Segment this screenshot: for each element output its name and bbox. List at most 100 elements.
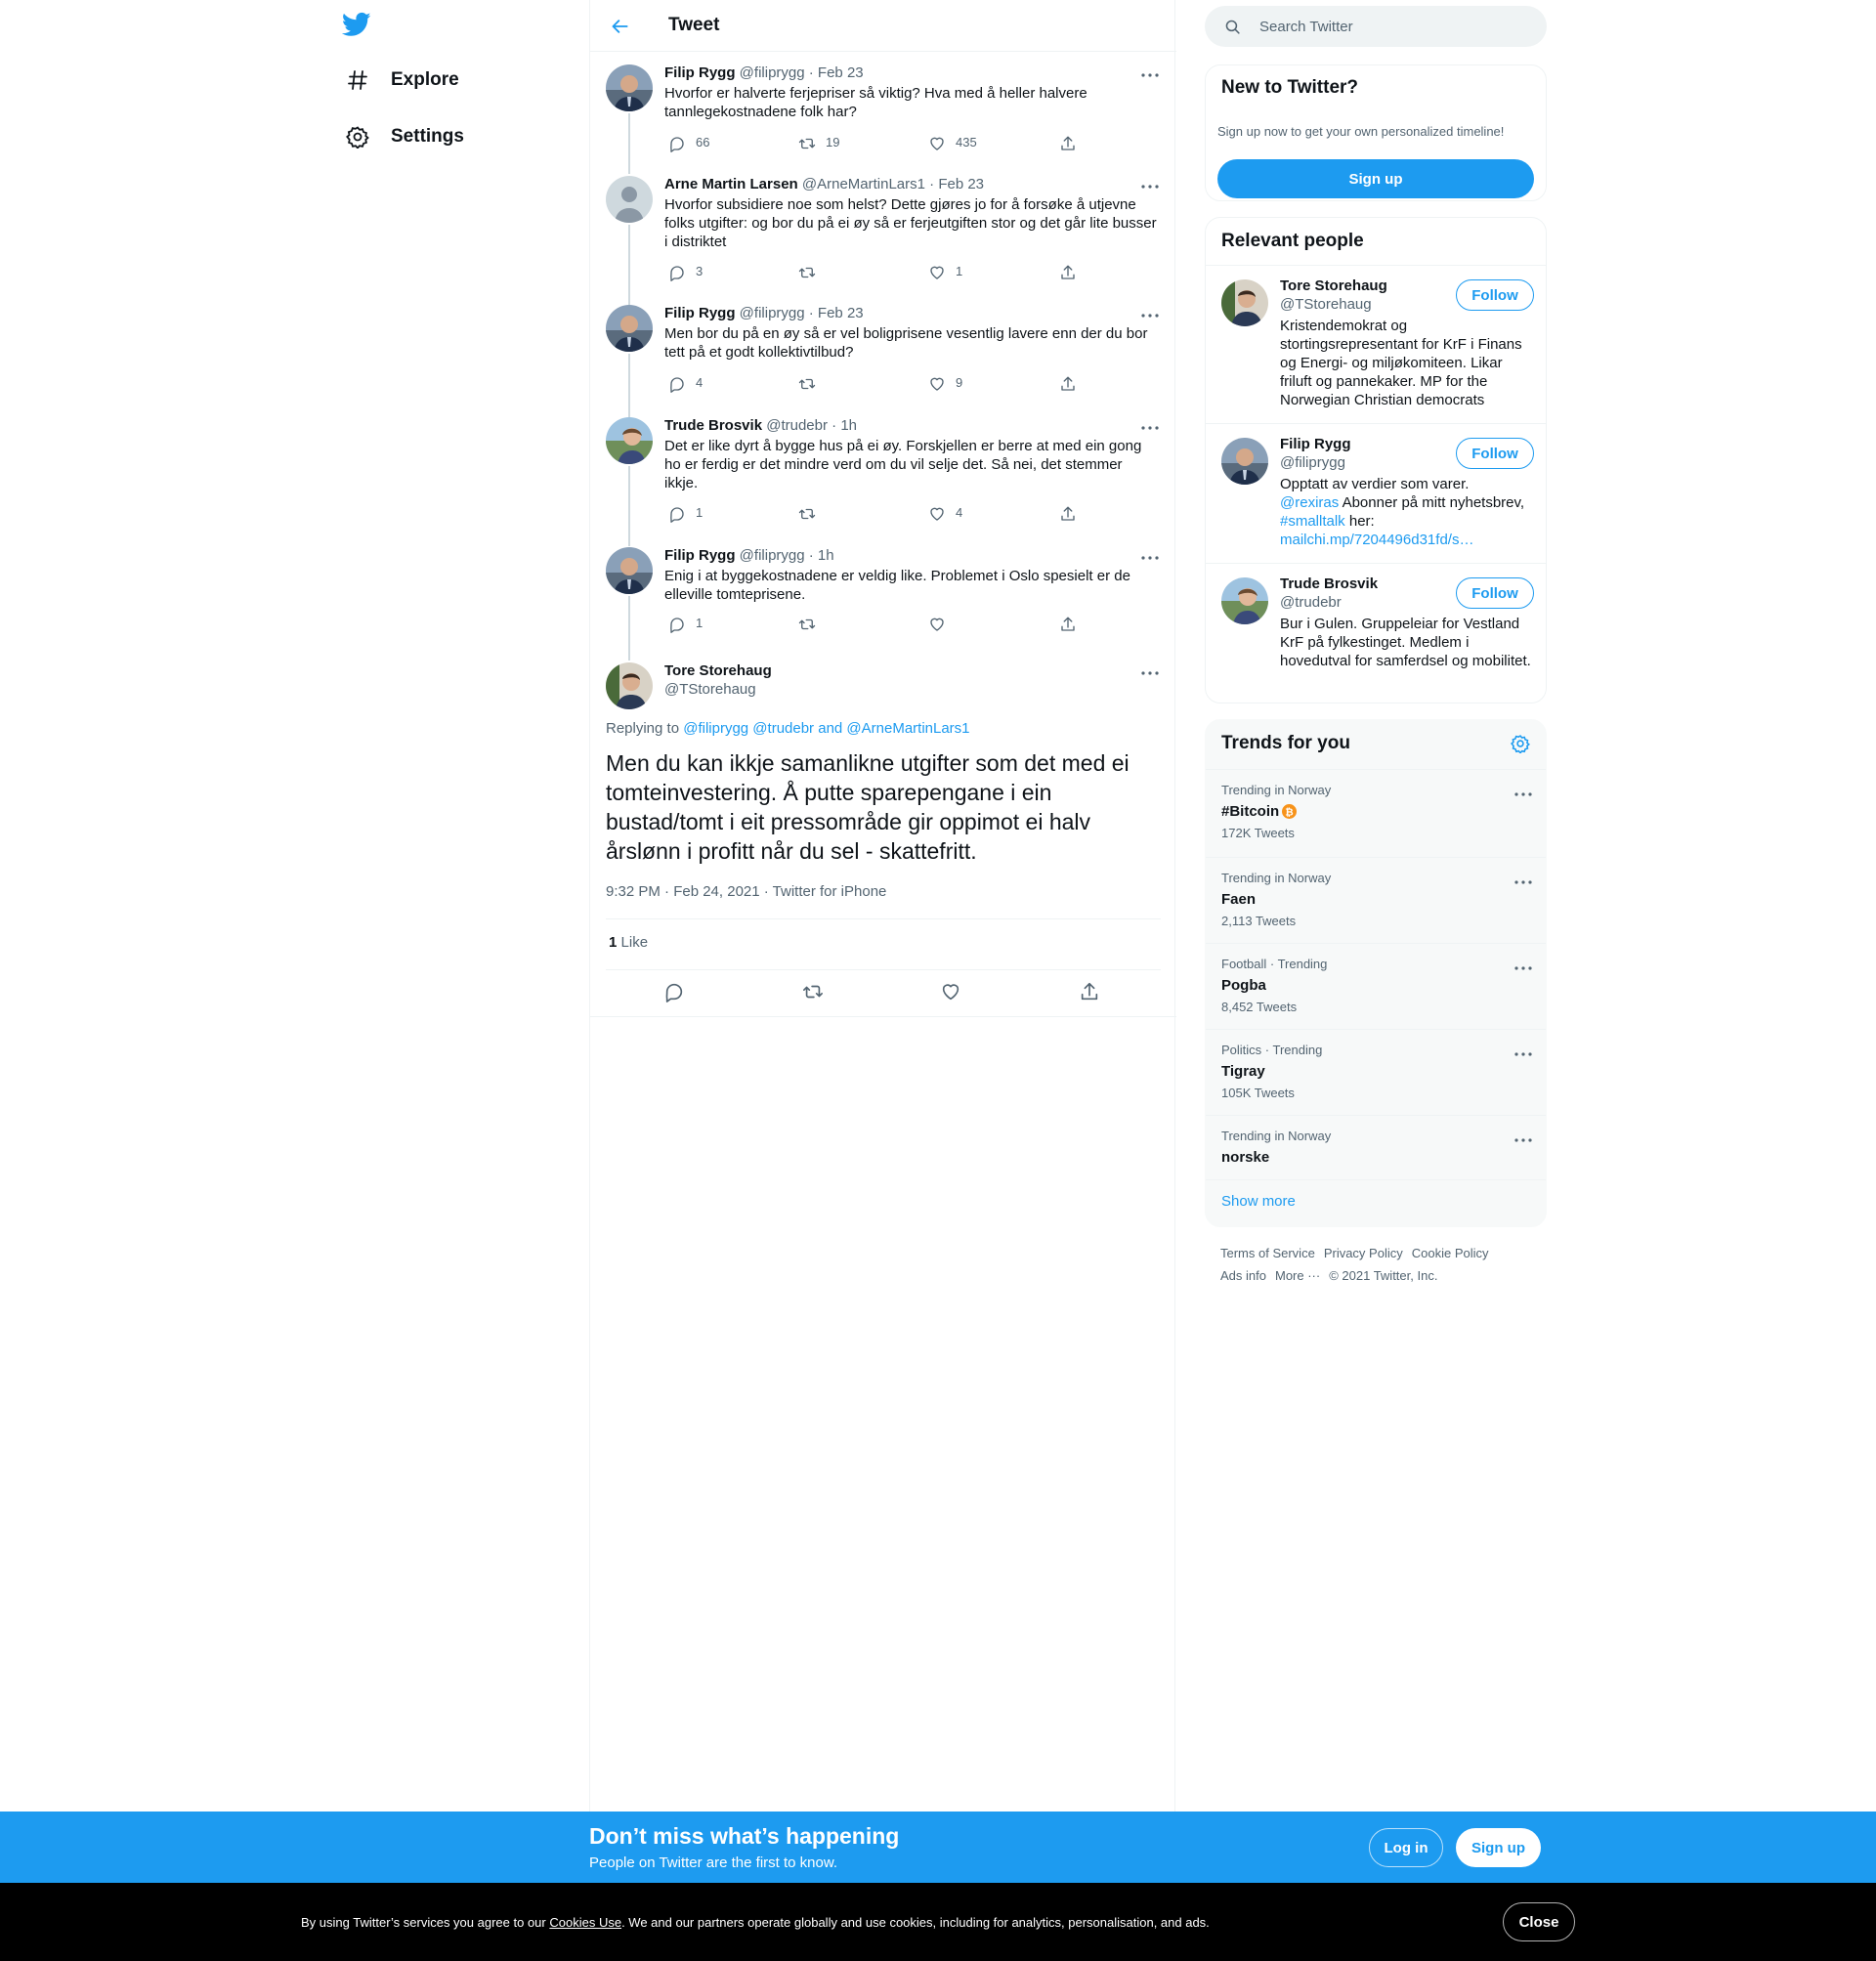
person-handle[interactable]: @trudebr bbox=[1280, 594, 1342, 611]
footer-link[interactable]: Terms of Service bbox=[1220, 1246, 1315, 1260]
signup-button[interactable]: Sign up bbox=[1217, 159, 1534, 198]
nav-item-explore[interactable]: Explore bbox=[344, 61, 459, 100]
share-button[interactable] bbox=[1059, 505, 1077, 523]
more-options-icon[interactable] bbox=[1514, 1044, 1532, 1061]
avatar[interactable] bbox=[606, 417, 653, 464]
share-button[interactable] bbox=[1079, 981, 1100, 1002]
cookies-use-link[interactable]: Cookies Use bbox=[549, 1915, 621, 1930]
search-box[interactable] bbox=[1205, 6, 1547, 47]
tweet-time[interactable]: · Feb 23 bbox=[929, 176, 984, 192]
more-options-icon[interactable] bbox=[1139, 547, 1161, 569]
share-button[interactable] bbox=[1059, 135, 1077, 152]
person-name[interactable]: Trude Brosvik bbox=[1280, 576, 1378, 592]
author-name[interactable]: Filip Rygg bbox=[664, 64, 736, 81]
gear-icon[interactable] bbox=[1510, 734, 1530, 758]
share-button[interactable] bbox=[1059, 264, 1077, 281]
avatar[interactable] bbox=[606, 662, 653, 709]
thread-tweet[interactable]: Filip Rygg @filiprygg · 1h Enig i at byg… bbox=[590, 547, 1176, 645]
reply-button[interactable]: 4 bbox=[668, 375, 703, 393]
close-button[interactable]: Close bbox=[1503, 1902, 1575, 1941]
author-handle[interactable]: @TStorehaug bbox=[664, 681, 756, 698]
twitter-logo-icon[interactable] bbox=[341, 10, 373, 41]
reply-button[interactable]: 66 bbox=[668, 135, 709, 152]
tweet-time[interactable]: · Feb 23 bbox=[809, 305, 864, 321]
back-arrow-icon[interactable] bbox=[608, 14, 633, 39]
person-handle[interactable]: @filiprygg bbox=[1280, 454, 1345, 471]
footer-link[interactable]: Cookie Policy bbox=[1412, 1246, 1489, 1260]
author-name[interactable]: Filip Rygg bbox=[664, 547, 736, 564]
follow-button[interactable]: Follow bbox=[1456, 279, 1534, 311]
retweet-button[interactable] bbox=[801, 981, 825, 1002]
trend-item[interactable]: Football · Trending Pogba 8,452 Tweets bbox=[1206, 943, 1546, 1029]
share-button[interactable] bbox=[1059, 616, 1077, 633]
thread-tweet[interactable]: Trude Brosvik @trudebr · 1h Det er like … bbox=[590, 417, 1176, 544]
person-item[interactable]: Filip Rygg @filiprygg Follow Opptatt av … bbox=[1206, 423, 1546, 563]
share-button[interactable] bbox=[1059, 375, 1077, 393]
avatar[interactable] bbox=[1221, 438, 1268, 485]
person-item[interactable]: Tore Storehaug @TStorehaug Follow Kriste… bbox=[1206, 265, 1546, 423]
author-name[interactable]: Filip Rygg bbox=[664, 305, 736, 321]
more-options-icon[interactable] bbox=[1139, 305, 1161, 326]
footer-link[interactable]: Privacy Policy bbox=[1324, 1246, 1403, 1260]
likes-summary[interactable]: 1 Like bbox=[609, 934, 648, 951]
like-button[interactable] bbox=[928, 616, 956, 633]
avatar[interactable] bbox=[606, 64, 653, 111]
like-button[interactable]: 4 bbox=[928, 505, 962, 523]
search-input[interactable] bbox=[1259, 6, 1533, 47]
trend-item[interactable]: Politics · Trending Tigray 105K Tweets bbox=[1206, 1029, 1546, 1115]
login-button[interactable]: Log in bbox=[1369, 1828, 1443, 1867]
person-name[interactable]: Tore Storehaug bbox=[1280, 277, 1387, 294]
like-button[interactable] bbox=[940, 981, 961, 1002]
author-handle[interactable]: @trudebr bbox=[766, 417, 828, 434]
footer-link[interactable]: Ads info bbox=[1220, 1268, 1266, 1283]
like-button[interactable]: 1 bbox=[928, 264, 962, 281]
author-name[interactable]: Trude Brosvik bbox=[664, 417, 762, 434]
more-options-icon[interactable] bbox=[1139, 417, 1161, 439]
retweet-button[interactable] bbox=[798, 375, 826, 393]
author-handle[interactable]: @filiprygg bbox=[740, 64, 805, 81]
avatar[interactable] bbox=[1221, 577, 1268, 624]
author-name[interactable]: Tore Storehaug bbox=[664, 662, 772, 679]
avatar[interactable] bbox=[1221, 279, 1268, 326]
more-options-icon[interactable] bbox=[1139, 64, 1161, 86]
author-handle[interactable]: @ArneMartinLars1 bbox=[802, 176, 925, 192]
thread-tweet[interactable]: Filip Rygg @filiprygg · Feb 23 Hvorfor e… bbox=[590, 64, 1176, 162]
bio-url-link[interactable]: mailchi.mp/7204496d31fd/s… bbox=[1280, 532, 1473, 548]
person-name[interactable]: Filip Rygg bbox=[1280, 436, 1351, 452]
trend-item[interactable]: Trending in Norway #Bitcoin ₿ 172K Tweets bbox=[1206, 769, 1546, 857]
reply-button[interactable]: 1 bbox=[668, 616, 703, 633]
reply-button[interactable]: 1 bbox=[668, 505, 703, 523]
retweet-button[interactable]: 19 bbox=[798, 135, 839, 152]
follow-button[interactable]: Follow bbox=[1456, 577, 1534, 609]
retweet-button[interactable] bbox=[798, 505, 826, 523]
retweet-button[interactable] bbox=[798, 264, 826, 281]
replying-to-links[interactable]: @filiprygg @trudebr and @ArneMartinLars1 bbox=[683, 720, 969, 737]
tweet-time[interactable]: · Feb 23 bbox=[809, 64, 864, 81]
more-options-icon[interactable] bbox=[1514, 1130, 1532, 1147]
more-options-icon[interactable] bbox=[1514, 784, 1532, 801]
more-options-icon[interactable] bbox=[1514, 872, 1532, 889]
person-handle[interactable]: @TStorehaug bbox=[1280, 296, 1372, 313]
thread-tweet[interactable]: Filip Rygg @filiprygg · Feb 23 Men bor d… bbox=[590, 305, 1176, 403]
more-options-icon[interactable] bbox=[1514, 958, 1532, 975]
reply-button[interactable] bbox=[663, 981, 685, 1002]
retweet-button[interactable] bbox=[798, 616, 826, 633]
more-options-icon[interactable] bbox=[1139, 662, 1161, 684]
tweet-time[interactable]: · 1h bbox=[831, 417, 857, 434]
bio-hashtag-link[interactable]: #smalltalk bbox=[1280, 513, 1345, 530]
author-handle[interactable]: @filiprygg bbox=[740, 547, 805, 564]
avatar[interactable] bbox=[606, 547, 653, 594]
signup-button[interactable]: Sign up bbox=[1456, 1828, 1541, 1867]
bio-mention-link[interactable]: @rexiras bbox=[1280, 494, 1339, 511]
trend-item[interactable]: Trending in Norway Faen 2,113 Tweets bbox=[1206, 857, 1546, 943]
like-button[interactable]: 435 bbox=[928, 135, 977, 152]
follow-button[interactable]: Follow bbox=[1456, 438, 1534, 469]
show-more-link[interactable]: Show more bbox=[1221, 1193, 1296, 1210]
trend-item[interactable]: Trending in Norway norske bbox=[1206, 1115, 1546, 1179]
tweet-time[interactable]: · 1h bbox=[809, 547, 834, 564]
more-options-icon[interactable] bbox=[1139, 176, 1161, 197]
reply-button[interactable]: 3 bbox=[668, 264, 703, 281]
like-button[interactable]: 9 bbox=[928, 375, 962, 393]
tweet-timestamp[interactable]: 9:32 PM · Feb 24, 2021 · Twitter for iPh… bbox=[606, 883, 886, 900]
person-item[interactable]: Trude Brosvik @trudebr Follow Bur i Gule… bbox=[1206, 563, 1546, 703]
